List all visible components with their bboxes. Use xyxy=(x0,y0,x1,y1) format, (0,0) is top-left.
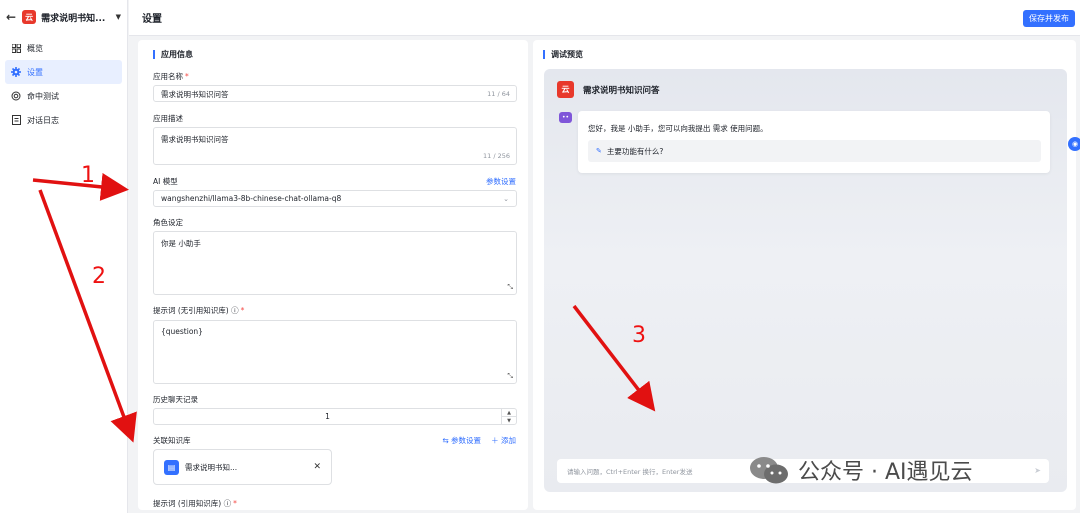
app-desc-label: 应用描述 xyxy=(153,114,183,123)
sidebar-item-label: 概览 xyxy=(27,43,43,53)
ai-model-value: wangshenzhi/llama3-8b-chinese-chat-ollam… xyxy=(161,194,342,203)
suggested-question[interactable]: ✎ 主要功能有什么? xyxy=(588,140,1041,162)
kb-params-link[interactable]: ⇆ 参数设置 xyxy=(442,435,481,446)
floating-help-icon[interactable]: ◉ xyxy=(1068,137,1080,151)
app-desc-value: 需求说明书知识问答 xyxy=(161,135,229,144)
bot-message-bubble: 您好，我是 小助手，您可以向我提出 需求 使用问题。 ✎ 主要功能有什么? xyxy=(578,111,1050,173)
sidebar-item-chat-log[interactable]: 对话日志 xyxy=(5,108,122,132)
history-label: 历史聊天记录 xyxy=(153,395,198,404)
app-root: ← 云 需求说明书知... ▼ 概览 设置 命中测试 对话日志 设置 保存并发布… xyxy=(0,0,1080,513)
suggested-question-text: 主要功能有什么? xyxy=(606,146,664,156)
app-info-section-title: 应用信息 xyxy=(153,50,193,59)
send-icon[interactable]: ➤ xyxy=(1034,466,1041,475)
sidebar-nav: 概览 设置 命中测试 对话日志 xyxy=(0,36,127,132)
app-name-label: 应用名称 * xyxy=(153,72,189,81)
top-bar: 设置 保存并发布 xyxy=(129,0,1080,36)
chat-input-placeholder: 请输入问题，Ctrl+Enter 换行，Enter发送 xyxy=(567,468,693,476)
stepper-controls: ▲ ▼ xyxy=(501,409,516,424)
app-logo: 云 xyxy=(22,10,37,24)
watermark: 公众号 · AI遇见云 xyxy=(748,454,973,486)
grid-icon xyxy=(11,43,21,53)
kb-item-card[interactable]: ▤ 需求说明书知... ✕ xyxy=(153,449,332,485)
wechat-icon xyxy=(750,457,788,484)
gear-icon xyxy=(11,67,21,77)
app-name-value: 需求说明书知识问答 xyxy=(161,90,229,99)
app-name: 需求说明书知... xyxy=(41,13,106,24)
prompt-label: 提示词 (无引用知识库) ⓘ * xyxy=(153,306,245,315)
sidebar-item-label: 设置 xyxy=(27,67,43,77)
info-icon[interactable]: ⓘ xyxy=(224,499,232,508)
annotation-number-2: 2 xyxy=(92,264,106,289)
sidebar: ← 云 需求说明书知... ▼ 概览 设置 命中测试 对话日志 xyxy=(0,0,128,513)
prompt-value: {question} xyxy=(161,327,203,336)
page-title: 设置 xyxy=(142,14,162,25)
sidebar-item-hit-test[interactable]: 命中测试 xyxy=(5,84,122,108)
role-textarea[interactable]: 你是 小助手 ⤡ xyxy=(153,231,517,295)
info-icon[interactable]: ⓘ xyxy=(231,306,239,315)
chat-app-logo: 云 xyxy=(557,81,574,98)
document-icon xyxy=(11,115,21,125)
sliders-icon: ⇆ xyxy=(442,436,449,445)
chevron-down-icon: ⌄ xyxy=(503,195,509,203)
knowledge-base-icon: ▤ xyxy=(164,459,179,475)
plus-icon: ＋ xyxy=(491,436,499,445)
preview-panel: 调试预览 云 需求说明书知识问答 •• 您好，我是 小助手，您可以向我提出 需求… xyxy=(533,40,1080,510)
sidebar-item-label: 对话日志 xyxy=(27,115,59,125)
sidebar-item-label: 命中测试 xyxy=(27,91,59,101)
back-arrow-icon[interactable]: ← xyxy=(6,10,16,24)
history-value: 1 xyxy=(325,412,330,421)
chat-header: 云 需求说明书知识问答 xyxy=(557,81,660,98)
app-desc-counter: 11 / 256 xyxy=(483,152,510,160)
chat-area: 云 需求说明书知识问答 •• 您好，我是 小助手，您可以向我提出 需求 使用问题… xyxy=(544,69,1067,492)
save-publish-button[interactable]: 保存并发布 xyxy=(1023,10,1075,27)
prompt-textarea[interactable]: {question} ⤡ xyxy=(153,320,517,384)
history-stepper[interactable]: 1 ▲ ▼ xyxy=(153,408,517,425)
bot-avatar-icon: •• xyxy=(559,112,572,123)
role-label: 角色设定 xyxy=(153,218,183,227)
greeting-text: 您好，我是 小助手，您可以向我提出 需求 使用问题。 xyxy=(588,124,768,133)
app-name-counter: 11 / 64 xyxy=(487,90,510,98)
annotation-number-1: 1 xyxy=(81,163,95,188)
chevron-down-icon[interactable]: ▼ xyxy=(116,13,121,21)
target-icon xyxy=(11,91,21,101)
resize-handle-icon[interactable]: ⤡ xyxy=(507,283,513,292)
prompt2-label: 提示词 (引用知识库) ⓘ * xyxy=(153,499,237,508)
kb-label: 关联知识库 xyxy=(153,436,191,445)
increment-icon[interactable]: ▲ xyxy=(502,409,516,416)
settings-panel: 应用信息 应用名称 * 需求说明书知识问答 11 / 64 应用描述 需求说明书知… xyxy=(138,40,528,510)
resize-handle-icon[interactable]: ⤡ xyxy=(507,372,513,381)
model-params-link[interactable]: 参数设置 xyxy=(486,176,516,187)
kb-item-name: 需求说明书知... xyxy=(185,462,238,472)
preview-section-title: 调试预览 xyxy=(543,50,583,59)
app-name-field[interactable]: 需求说明书知识问答 11 / 64 xyxy=(153,85,517,102)
app-switcher[interactable]: ← 云 需求说明书知... ▼ xyxy=(0,0,127,34)
annotation-number-3: 3 xyxy=(632,323,646,348)
ai-model-select[interactable]: wangshenzhi/llama3-8b-chinese-chat-ollam… xyxy=(153,190,517,207)
edit-icon: ✎ xyxy=(596,147,602,155)
sidebar-item-overview[interactable]: 概览 xyxy=(5,36,122,60)
role-value: 你是 小助手 xyxy=(161,239,201,248)
close-icon[interactable]: ✕ xyxy=(313,462,321,472)
kb-add-link[interactable]: ＋ 添加 xyxy=(491,435,516,446)
app-desc-field[interactable]: 需求说明书知识问答 11 / 256 xyxy=(153,127,517,165)
ai-model-label: AI 模型 xyxy=(153,177,178,186)
sidebar-item-settings[interactable]: 设置 xyxy=(5,60,122,84)
decrement-icon[interactable]: ▼ xyxy=(502,416,516,424)
chat-title: 需求说明书知识问答 xyxy=(583,85,660,96)
watermark-text: 公众号 · AI遇见云 xyxy=(798,460,973,485)
